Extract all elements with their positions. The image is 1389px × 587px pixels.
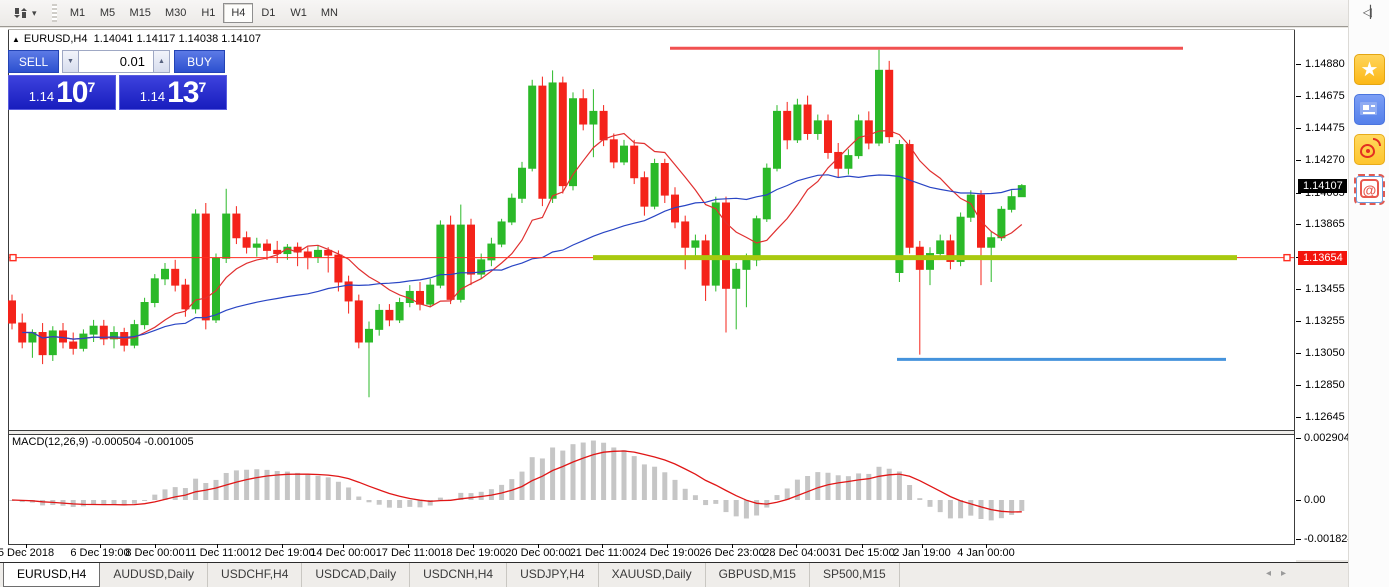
time-tick-label: 31 Dec 15:00 <box>829 547 894 559</box>
timeframe-m30[interactable]: M30 <box>158 3 193 23</box>
tabs-scroll-left-icon[interactable]: ◂ <box>1266 568 1281 579</box>
time-tick-label: 14 Dec 00:00 <box>310 547 375 559</box>
time-tick-label: 24 Dec 19:00 <box>634 547 699 559</box>
candles-arrows-icon <box>13 6 29 20</box>
chart-tab-audusd-daily[interactable]: AUDUSD,Daily <box>100 563 208 587</box>
chart-tab-usdcnh-h4[interactable]: USDCNH,H4 <box>410 563 507 587</box>
chart-title: ▲ EURUSD,H4 1.14041 1.14117 1.14038 1.141… <box>12 33 261 45</box>
chart-tab-sp500-m15[interactable]: SP500,M15 <box>810 563 900 587</box>
one-click-trade-panel: SELL ▼ ▲ BUY 1.14 10 7 1.14 13 7 <box>8 50 230 110</box>
timeframe-buttons: M1M5M15M30H1H4D1W1MN <box>63 0 345 26</box>
volume-decrease-button[interactable]: ▼ <box>62 50 79 73</box>
timeframe-m5[interactable]: M5 <box>93 3 123 23</box>
time-tick-label: 21 Dec 11:00 <box>570 547 635 559</box>
buy-button[interactable]: BUY <box>174 50 225 73</box>
chart-window[interactable]: ▲ EURUSD,H4 1.14041 1.14117 1.14038 1.141… <box>0 28 1348 560</box>
chart-tab-xauusd-daily[interactable]: XAUUSD,Daily <box>599 563 706 587</box>
macd-indicator-label: MACD(12,26,9) -0.000504 -0.001005 <box>12 436 194 448</box>
volume-increase-button[interactable]: ▲ <box>153 50 170 73</box>
time-tick-label: 26 Dec 23:00 <box>699 547 764 559</box>
chart-tab-eurusd-h4[interactable]: EURUSD,H4 <box>3 563 100 587</box>
timeframe-w1[interactable]: W1 <box>283 3 314 23</box>
timeframe-d1[interactable]: D1 <box>253 3 283 23</box>
sell-price-display[interactable]: 1.14 10 7 <box>8 75 116 110</box>
volume-input[interactable] <box>79 50 153 73</box>
buy-price-figure: 1.14 <box>140 87 165 107</box>
time-tick-label: 5 Dec 2018 <box>0 547 54 559</box>
news-feed-icon[interactable] <box>1354 94 1385 125</box>
time-tick-label: 2 Jan 19:00 <box>893 547 951 559</box>
timeframe-m15[interactable]: M15 <box>123 3 158 23</box>
weibo-icon[interactable] <box>1354 134 1385 165</box>
sidebar-collapse-button[interactable]: ◁▏ <box>1357 3 1383 21</box>
time-tick-label: 4 Jan 00:00 <box>957 547 1015 559</box>
sell-price-pips: 10 <box>56 79 87 107</box>
time-tick-label: 8 Dec 00:00 <box>125 547 184 559</box>
toolbar: ▾ M1M5M15M30H1H4D1W1MN <box>0 0 1348 27</box>
right-sidebar: ◁▏ ★ @ <box>1348 0 1389 587</box>
chart-tab-usdcad-daily[interactable]: USDCAD,Daily <box>302 563 410 587</box>
new-order-button[interactable]: ▾ <box>6 0 44 26</box>
timeframe-h1[interactable]: H1 <box>193 3 223 23</box>
chart-tab-gbpusd-m15[interactable]: GBPUSD,M15 <box>706 563 810 587</box>
time-tick-label: 20 Dec 00:00 <box>505 547 570 559</box>
chart-symbol-period: EURUSD,H4 <box>24 33 88 45</box>
time-tick-label: 17 Dec 11:00 <box>376 547 441 559</box>
mail-at-icon[interactable]: @ <box>1354 174 1385 205</box>
sell-price-point: 7 <box>87 79 95 95</box>
favorites-star-icon[interactable]: ★ <box>1354 54 1385 85</box>
time-tick-label: 12 Dec 19:00 <box>249 547 314 559</box>
time-tick-label: 6 Dec 19:00 <box>70 547 129 559</box>
toolbar-separator <box>52 4 57 22</box>
sell-price-figure: 1.14 <box>29 87 54 107</box>
buy-price-display[interactable]: 1.14 13 7 <box>119 75 227 110</box>
timeframe-m1[interactable]: M1 <box>63 3 93 23</box>
current-price-label: 1.14107 <box>1298 179 1347 193</box>
timeframe-mn[interactable]: MN <box>314 3 345 23</box>
chart-tab-usdchf-h4[interactable]: USDCHF,H4 <box>208 563 302 587</box>
time-tick-label: 18 Dec 19:00 <box>440 547 505 559</box>
time-axis[interactable]: 5 Dec 2018 6 Dec 19:008 Dec 00:0011 Dec 1… <box>0 545 1296 562</box>
price-axis[interactable]: 1.148801.146751.144751.142701.140651.138… <box>1296 28 1348 545</box>
chevron-down-icon: ▾ <box>32 8 37 19</box>
mt4-terminal: ▾ M1M5M15M30H1H4D1W1MN ▲ EURUSD,H4 1.1404… <box>0 0 1389 587</box>
buy-price-pips: 13 <box>167 79 198 107</box>
chart-ohlc-values: 1.14041 1.14117 1.14038 1.14107 <box>94 33 261 45</box>
tabs-scroll-right-icon[interactable]: ▸ <box>1281 568 1296 579</box>
sell-button[interactable]: SELL <box>8 50 59 73</box>
time-tick-label: 28 Dec 04:00 <box>763 547 828 559</box>
timeframe-h4[interactable]: H4 <box>223 3 253 23</box>
buy-price-point: 7 <box>198 79 206 95</box>
hline-price-label: 1.13654 <box>1298 251 1347 265</box>
chart-tab-usdjpy-h4[interactable]: USDJPY,H4 <box>507 563 598 587</box>
time-tick-label: 11 Dec 11:00 <box>185 547 249 559</box>
symbol-triangle-icon: ▲ <box>12 35 20 44</box>
chart-tabbar: EURUSD,H4AUDUSD,DailyUSDCHF,H4USDCAD,Dai… <box>0 562 1348 587</box>
